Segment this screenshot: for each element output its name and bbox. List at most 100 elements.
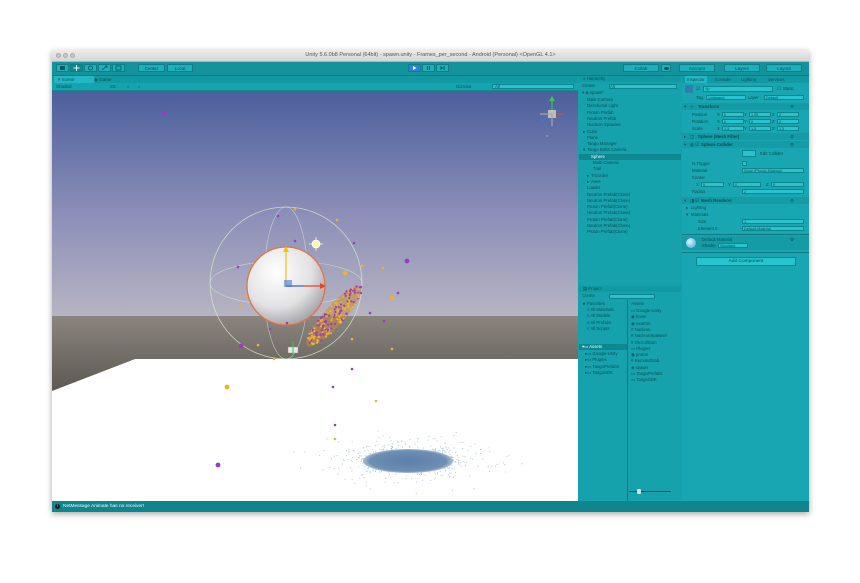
scene-search-input[interactable]: All xyxy=(492,84,574,89)
transform-header[interactable]: ▾ ⊹ Transform ⚙ xyxy=(682,103,809,110)
particle xyxy=(445,451,447,453)
hierarchy-item[interactable]: Proton Prefab(Clone) xyxy=(579,229,681,235)
particle xyxy=(449,476,451,478)
project-tab[interactable]: ▤ Project xyxy=(579,286,681,293)
particle xyxy=(344,478,346,480)
proton-particle xyxy=(334,310,337,313)
proton-particle xyxy=(328,314,331,317)
asset-item[interactable]: ▭ TangoSDK xyxy=(631,377,679,383)
tab-inspector[interactable]: Inspector xyxy=(685,76,707,83)
static-checkbox[interactable]: ☐ xyxy=(777,85,781,92)
scene-audio-toggle[interactable]: ♪ xyxy=(138,83,140,90)
component-menu-icon[interactable]: ⚙ xyxy=(790,103,794,110)
gizmos-dropdown[interactable]: Gizmos xyxy=(456,83,471,90)
icon-size-slider[interactable] xyxy=(627,489,675,494)
component-menu-icon[interactable]: ⚙ xyxy=(790,141,794,148)
particle xyxy=(300,467,302,469)
tab-lighting[interactable]: Lighting xyxy=(741,76,756,83)
search-icon: ⌕ xyxy=(587,313,591,319)
particle xyxy=(358,457,360,459)
particle xyxy=(444,467,446,470)
cloud-button[interactable] xyxy=(661,64,671,72)
layer-dropdown[interactable]: Default xyxy=(764,95,804,100)
pause-button[interactable] xyxy=(422,64,435,72)
particle xyxy=(361,458,363,460)
center-x-field[interactable]: 0 xyxy=(701,182,724,187)
status-message[interactable]: NetMessage Animate has no receiver! xyxy=(63,501,144,512)
is-trigger-checkbox[interactable] xyxy=(742,161,747,166)
transform-y-field[interactable]: 1.95 xyxy=(749,112,771,117)
move-gizmo-plane-handle[interactable] xyxy=(284,280,292,287)
transform-x-field[interactable]: 0 xyxy=(722,112,744,117)
tab-game[interactable]: ◉ Game xyxy=(90,76,130,83)
transform-z-field[interactable]: 1.5 xyxy=(777,126,799,131)
active-checkbox[interactable]: ☑ xyxy=(696,85,700,92)
radius-field[interactable]: 2 xyxy=(742,189,804,194)
shading-mode-dropdown[interactable]: Shaded xyxy=(56,83,72,90)
particle xyxy=(445,470,447,472)
hierarchy-scene-root[interactable]: ▾ ◈ spawn* xyxy=(579,90,681,96)
shader-dropdown[interactable]: Standard xyxy=(718,243,748,248)
play-button[interactable] xyxy=(408,64,421,72)
transform-z-field[interactable]: 0 xyxy=(777,112,799,117)
move-tool-button[interactable] xyxy=(70,64,83,72)
lighting-foldout[interactable]: ▸ Lighting xyxy=(682,204,809,211)
tab-scene[interactable]: # Scene xyxy=(54,76,94,83)
scale-tool-button[interactable] xyxy=(98,64,111,72)
physic-material-field[interactable]: None (Physic Material) xyxy=(742,168,804,173)
materials-size-field[interactable]: 1 xyxy=(742,219,804,224)
sphere-collider-header[interactable]: ▾ ◍ ☑ Sphere Collider ⚙ xyxy=(682,141,809,148)
proton-particle xyxy=(315,333,318,337)
materials-foldout[interactable]: ▾ Materials xyxy=(682,211,809,218)
transform-z-field[interactable]: 0 xyxy=(777,119,799,124)
collab-dropdown[interactable]: Collab xyxy=(623,64,659,72)
pivot-toggle[interactable]: Center xyxy=(138,64,165,72)
element-0-field[interactable]: Default-Material xyxy=(742,226,804,231)
material-preview-header[interactable]: Default-Material Shader Standard ⚙ xyxy=(682,236,809,250)
tab-services[interactable]: Services xyxy=(768,76,784,83)
hierarchy-create-dropdown[interactable]: Create xyxy=(582,83,595,89)
hierarchy-search-input[interactable]: All xyxy=(609,84,677,89)
favorite-item[interactable]: ⌕ All Scripts xyxy=(579,326,627,332)
particle xyxy=(410,478,413,480)
transform-x-field[interactable]: 0 xyxy=(722,119,744,124)
edit-collider-button[interactable] xyxy=(742,150,756,157)
star-icon: ★ xyxy=(582,301,586,306)
component-menu-icon[interactable]: ⚙ xyxy=(790,236,794,243)
folder-tree-item[interactable]: ▸▭ TangoSDK xyxy=(579,370,627,376)
mesh-renderer-header[interactable]: ▾ ◨ ☑ Mesh Renderer ⚙ xyxy=(682,197,809,204)
component-menu-icon[interactable]: ⚙ xyxy=(790,197,794,204)
object-name-field[interactable]: Sp xyxy=(703,86,773,92)
project-search-input[interactable] xyxy=(609,294,655,299)
scene-viewport[interactable]: < xyxy=(52,91,578,501)
tag-dropdown[interactable]: Untagged xyxy=(706,95,746,100)
collider-enabled-checkbox[interactable]: ☑ xyxy=(695,141,699,148)
hierarchy-tab[interactable]: ≡ Hierarchy xyxy=(579,76,681,83)
mesh-filter-header[interactable]: ▸ ◫ Sphere (Mesh Filter) ⚙ xyxy=(682,133,809,140)
transform-y-field[interactable]: 0 xyxy=(749,119,771,124)
add-component-button[interactable]: Add Component xyxy=(696,257,796,266)
transform-x-field[interactable]: 1.5 xyxy=(722,126,744,131)
transform-y-field[interactable]: 1.5 xyxy=(749,126,771,131)
mode-2d-toggle[interactable]: 2D xyxy=(110,83,116,90)
layers-dropdown[interactable]: Layers xyxy=(724,64,760,72)
neutron-particle xyxy=(389,295,395,301)
scene-lighting-toggle[interactable]: ☼ xyxy=(126,83,130,90)
center-z-field[interactable]: 0 xyxy=(771,182,804,187)
rotate-tool-button[interactable] xyxy=(84,64,97,72)
tab-console[interactable]: Console xyxy=(715,76,731,83)
step-icon xyxy=(440,66,445,70)
rect-tool-button[interactable] xyxy=(112,64,125,72)
particle xyxy=(422,447,424,449)
step-button[interactable] xyxy=(436,64,449,72)
component-menu-icon[interactable]: ⚙ xyxy=(790,133,794,140)
assets-breadcrumb[interactable]: Assets xyxy=(631,301,679,307)
hand-tool-button[interactable] xyxy=(56,64,69,72)
local-toggle[interactable]: Local xyxy=(167,64,193,72)
assets-root-folder[interactable]: ▾▭ Assets xyxy=(579,344,627,351)
account-dropdown[interactable]: Account xyxy=(679,64,715,72)
layout-dropdown[interactable]: Layout xyxy=(766,64,802,72)
center-y-field[interactable]: 0 xyxy=(733,182,761,187)
renderer-enabled-checkbox[interactable]: ☑ xyxy=(695,197,699,204)
project-create-dropdown[interactable]: Create xyxy=(582,293,595,299)
